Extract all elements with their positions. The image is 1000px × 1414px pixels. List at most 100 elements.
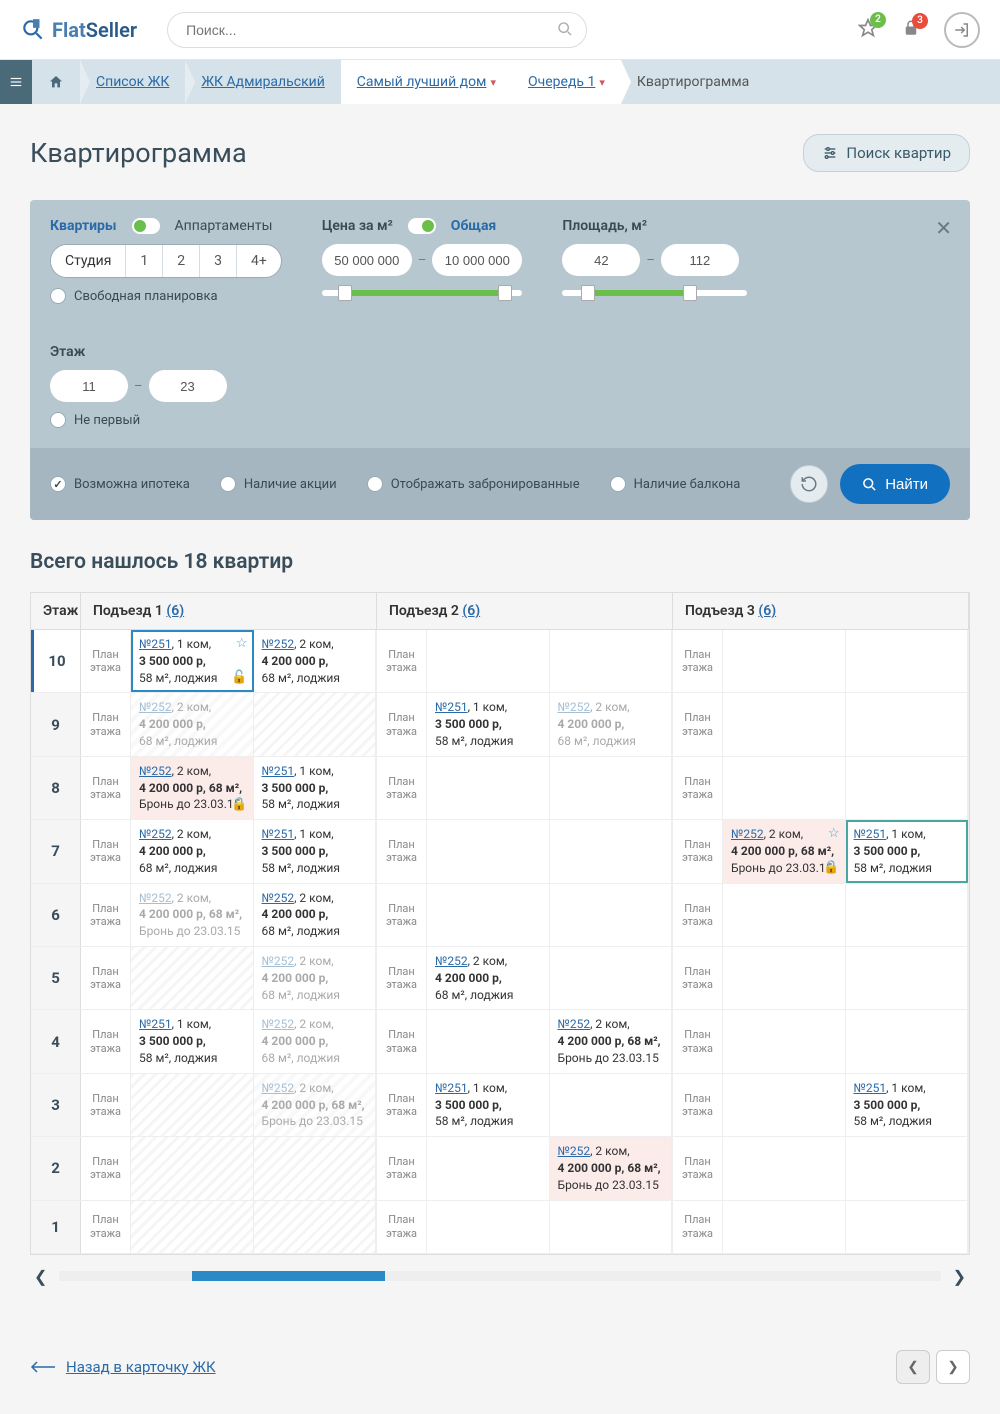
floor-plan-link[interactable]: План этажа xyxy=(673,757,723,819)
floor-plan-link[interactable]: План этажа xyxy=(673,820,723,882)
flat-cell[interactable]: №252, 2 ком,4 200 000 р,68 м², лоджия xyxy=(254,884,377,946)
floor-plan-link[interactable]: План этажа xyxy=(81,884,131,946)
floor-to-input[interactable] xyxy=(149,370,227,402)
flat-cell[interactable]: №252, 2 ком,4 200 000 р,68 м², лоджия xyxy=(131,820,254,882)
floor-plan-link[interactable]: План этажа xyxy=(377,1137,427,1199)
not-first-check[interactable]: Не первый xyxy=(50,412,235,428)
flat-cell[interactable]: №251, 1 ком,3 500 000 р,58 м², лоджия xyxy=(846,820,969,882)
flat-cell[interactable]: №251, 1 ком,3 500 000 р,58 м², лоджия xyxy=(427,693,550,755)
login-icon[interactable] xyxy=(944,12,980,48)
room-tab-3[interactable]: 3 xyxy=(200,245,237,277)
floor-plan-link[interactable]: План этажа xyxy=(377,693,427,755)
flat-cell[interactable]: №252, 2 ком,4 200 000 р,68 м², лоджия xyxy=(550,693,673,755)
type-toggle[interactable] xyxy=(132,218,160,234)
floor-plan-link[interactable]: План этажа xyxy=(81,947,131,1009)
free-plan-check[interactable]: Свободная планировка xyxy=(50,288,282,304)
flat-cell[interactable]: №251, 1 ком,3 500 000 р,58 м², лоджия xyxy=(254,757,377,819)
floor-plan-link[interactable]: План этажа xyxy=(673,1201,723,1253)
pager-next-icon[interactable]: ❯ xyxy=(936,1350,970,1384)
price-to-input[interactable] xyxy=(432,244,522,276)
flat-cell[interactable]: №251, 1 ком,3 500 000 р,58 м², лоджия xyxy=(131,1010,254,1072)
flat-cell[interactable]: №252, 2 ком,4 200 000 р, 68 м²,Бронь до … xyxy=(723,820,846,882)
floor-plan-link[interactable]: План этажа xyxy=(673,884,723,946)
reset-icon[interactable] xyxy=(790,465,828,503)
floor-plan-link[interactable]: План этажа xyxy=(377,1201,427,1253)
flat-cell[interactable]: №251, 1 ком,3 500 000 р,58 м², лоджия xyxy=(427,1074,550,1136)
floor-plan-link[interactable]: План этажа xyxy=(673,693,723,755)
price-toggle[interactable] xyxy=(408,218,436,234)
filter-toggle-button[interactable]: Поиск квартир xyxy=(803,134,970,172)
floor-plan-link[interactable]: План этажа xyxy=(673,1074,723,1136)
floor-plan-link[interactable]: План этажа xyxy=(673,947,723,1009)
type-tab-flats[interactable]: Квартиры xyxy=(50,218,117,234)
flat-cell[interactable]: №252, 2 ком,4 200 000 р,68 м², лоджия xyxy=(131,693,254,755)
close-icon[interactable]: ✕ xyxy=(935,216,952,240)
scroll-left-icon[interactable]: ❮ xyxy=(30,1263,51,1290)
scroll-right-icon[interactable]: ❯ xyxy=(949,1263,970,1290)
mortgage-check[interactable]: Возможна ипотека xyxy=(50,476,190,492)
room-tab-studio[interactable]: Студия xyxy=(51,245,126,277)
flat-cell[interactable]: №252, 2 ком,4 200 000 р, 68 м²,Бронь до … xyxy=(131,757,254,819)
floor-plan-link[interactable]: План этажа xyxy=(81,630,131,692)
floor-plan-link[interactable]: План этажа xyxy=(377,947,427,1009)
find-button[interactable]: Найти xyxy=(840,464,950,504)
locked-icon[interactable]: 3 xyxy=(902,19,920,41)
floor-plan-link[interactable]: План этажа xyxy=(81,693,131,755)
area-from-input[interactable] xyxy=(562,244,640,276)
area-to-input[interactable] xyxy=(661,244,739,276)
floor-plan-link[interactable]: План этажа xyxy=(377,630,427,692)
flat-cell[interactable]: №251, 1 ком,3 500 000 р,58 м², лоджия xyxy=(254,820,377,882)
scroll-track[interactable] xyxy=(59,1271,940,1281)
floor-plan-link[interactable]: План этажа xyxy=(673,630,723,692)
unlock-icon[interactable]: 🔓 xyxy=(231,669,247,687)
floor-plan-link[interactable]: План этажа xyxy=(81,757,131,819)
bc-list[interactable]: Список ЖК xyxy=(80,60,185,104)
logo[interactable]: FlatSeller xyxy=(20,17,137,43)
flat-cell[interactable]: №252, 2 ком,4 200 000 р, 68 м²,Бронь до … xyxy=(131,884,254,946)
flat-cell[interactable]: №252, 2 ком,4 200 000 р,68 м², лоджия xyxy=(427,947,550,1009)
type-tab-apart[interactable]: Аппартаменты xyxy=(175,218,273,234)
floor-plan-link[interactable]: План этажа xyxy=(673,1010,723,1072)
star-icon[interactable]: ☆ xyxy=(828,825,840,843)
favorites-icon[interactable]: 2 xyxy=(858,18,878,42)
room-tab-2[interactable]: 2 xyxy=(163,245,200,277)
floor-plan-link[interactable]: План этажа xyxy=(377,820,427,882)
floor-from-input[interactable] xyxy=(50,370,128,402)
lock-icon[interactable]: 🔒 xyxy=(823,859,839,877)
floor-plan-link[interactable]: План этажа xyxy=(81,1201,131,1253)
menu-toggle-icon[interactable] xyxy=(0,60,32,104)
search-input[interactable] xyxy=(167,12,587,48)
price-slider[interactable] xyxy=(322,290,523,296)
flat-cell[interactable]: №252, 2 ком,4 200 000 р,68 м², лоджия xyxy=(254,947,377,1009)
flat-cell[interactable]: №252, 2 ком,4 200 000 р, 68 м²,Бронь до … xyxy=(550,1137,673,1199)
price-from-input[interactable] xyxy=(322,244,412,276)
flat-cell[interactable]: №251, 1 ком,3 500 000 р,58 м², лоджия xyxy=(846,1074,969,1136)
search-icon[interactable] xyxy=(557,21,573,41)
floor-plan-link[interactable]: План этажа xyxy=(377,1074,427,1136)
flat-cell[interactable]: №251, 1 ком,3 500 000 р,58 м², лоджия☆🔓 xyxy=(131,630,254,692)
room-tab-4plus[interactable]: 4+ xyxy=(237,245,281,277)
pager-prev-icon[interactable]: ❮ xyxy=(896,1350,930,1384)
back-link[interactable]: Назад в карточку ЖК xyxy=(30,1358,216,1376)
floor-plan-link[interactable]: План этажа xyxy=(81,1074,131,1136)
floor-plan-link[interactable]: План этажа xyxy=(377,884,427,946)
flat-cell[interactable]: №252, 2 ком,4 200 000 р,68 м², лоджия xyxy=(254,630,377,692)
flat-cell[interactable]: №252, 2 ком,4 200 000 р, 68 м²,Бронь до … xyxy=(254,1074,377,1136)
bc-jk[interactable]: ЖК Адмиральский xyxy=(185,60,340,104)
lock-icon[interactable]: 🔒 xyxy=(231,796,247,814)
home-icon[interactable] xyxy=(32,60,80,104)
bc-house[interactable]: Самый лучший дом▾ xyxy=(341,60,512,104)
room-tab-1[interactable]: 1 xyxy=(126,245,163,277)
star-icon[interactable]: ☆ xyxy=(236,635,248,653)
flat-cell[interactable]: №252, 2 ком,4 200 000 р, 68 м²,Бронь до … xyxy=(550,1010,673,1072)
area-slider[interactable] xyxy=(562,290,747,296)
flat-cell[interactable]: №252, 2 ком,4 200 000 р,68 м², лоджия xyxy=(254,1010,377,1072)
floor-plan-link[interactable]: План этажа xyxy=(81,1137,131,1199)
floor-plan-link[interactable]: План этажа xyxy=(673,1137,723,1199)
floor-plan-link[interactable]: План этажа xyxy=(377,757,427,819)
promo-check[interactable]: Наличие акции xyxy=(220,476,337,492)
show-reserved-check[interactable]: Отображать забронированные xyxy=(367,476,580,492)
bc-queue[interactable]: Очередь 1▾ xyxy=(512,60,621,104)
balcony-check[interactable]: Наличие балкона xyxy=(610,476,741,492)
floor-plan-link[interactable]: План этажа xyxy=(81,1010,131,1072)
